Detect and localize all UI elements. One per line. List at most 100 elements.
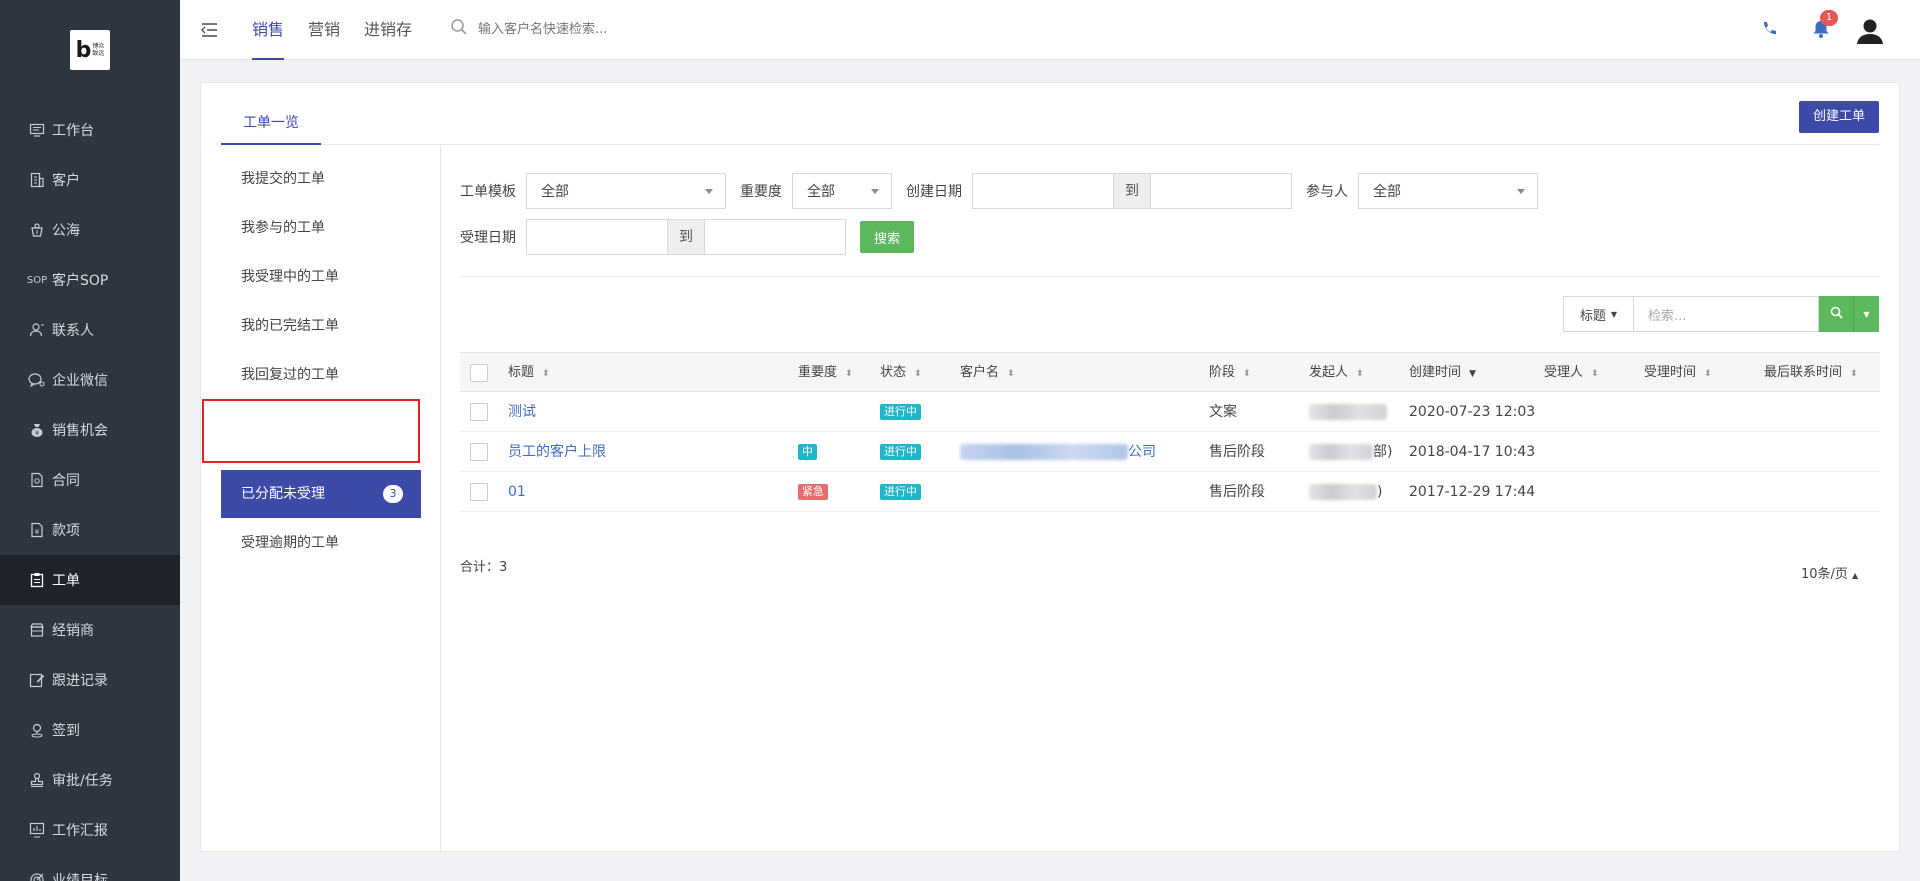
- accepted-end-input[interactable]: [705, 220, 845, 254]
- search-options-button[interactable]: ▼: [1853, 296, 1879, 332]
- page-size-select[interactable]: 10条/页 ▲: [1801, 563, 1858, 582]
- chevron-down-icon: [705, 189, 713, 194]
- sidebar-item-public-pool[interactable]: 公海: [0, 205, 180, 255]
- clipboard-icon: [28, 571, 46, 589]
- sidebar-item-workbench[interactable]: 工作台: [0, 105, 180, 155]
- filter-search-button[interactable]: 搜索: [860, 221, 915, 253]
- phone-icon[interactable]: [1760, 20, 1778, 42]
- create-ticket-button[interactable]: 创建工单: [1798, 101, 1879, 133]
- tab-ticket-overview[interactable]: 工单一览: [221, 108, 321, 145]
- customer-link[interactable]: 公司: [960, 432, 1156, 472]
- col-status[interactable]: 状态 ⬍: [880, 353, 922, 393]
- report-icon: [28, 821, 46, 839]
- ticket-title-link[interactable]: 测试: [508, 392, 536, 432]
- sidebar-item-checkin[interactable]: 签到: [0, 705, 180, 755]
- importance-cell: 中: [798, 432, 817, 472]
- importance-select[interactable]: 全部: [792, 173, 892, 209]
- search-field-select[interactable]: 标题 ▼: [1563, 296, 1633, 332]
- tab-inventory[interactable]: 进销存: [364, 0, 412, 60]
- customer-search-input[interactable]: [478, 21, 718, 37]
- table-row[interactable]: 01 紧急 进行中 售后阶段 ) 2017-12-29 17:44: [460, 472, 1880, 512]
- target-icon: [28, 871, 46, 881]
- created-time-cell: 2017-12-29 17:44: [1409, 484, 1536, 500]
- sidebar-nav: 工作台 客户 公海 SOP 客户SOP 联系人 企业微信 ¥ 销售机会 合同 ¥…: [0, 105, 180, 881]
- sidebar-item-customers[interactable]: 客户: [0, 155, 180, 205]
- sidebar-item-label: 联系人: [52, 323, 94, 339]
- stage-cell: 售后阶段: [1209, 484, 1265, 500]
- col-label: 发起人: [1309, 365, 1349, 380]
- sidebar-item-wecom[interactable]: 企业微信: [0, 355, 180, 405]
- created-end-input[interactable]: [1151, 174, 1291, 208]
- caret-up-icon: ▲: [1851, 571, 1859, 580]
- customer-name: 公司: [1128, 444, 1156, 460]
- col-stage[interactable]: 阶段 ⬍: [1209, 353, 1251, 393]
- col-customer[interactable]: 客户名 ⬍: [960, 353, 1015, 393]
- created-start-input[interactable]: [973, 174, 1113, 208]
- sidebar-item-label: 业绩目标: [52, 873, 108, 881]
- table-search-button[interactable]: [1819, 296, 1853, 332]
- row-checkbox[interactable]: [470, 403, 488, 421]
- sidebar-item-customer-sop[interactable]: SOP 客户SOP: [0, 255, 180, 305]
- sidebar-item-approvals[interactable]: 审批/任务: [0, 755, 180, 805]
- list-item-submitted[interactable]: 我提交的工单: [221, 155, 421, 203]
- tab-sales[interactable]: 销售: [252, 0, 285, 60]
- ticket-title-link[interactable]: 员工的客户上限: [508, 432, 606, 472]
- table-row[interactable]: 员工的客户上限 中 进行中 公司 售后阶段 部) 2018-04-17 10:4…: [460, 432, 1880, 472]
- stage-cell: 售后阶段: [1209, 444, 1265, 460]
- brand-logo[interactable]: b 博众 致远: [70, 30, 110, 70]
- list-item-overdue[interactable]: 受理逾期的工单: [221, 519, 421, 567]
- ticket-title-link[interactable]: 01: [508, 472, 526, 512]
- list-item-completed[interactable]: 我的已完结工单: [221, 302, 421, 350]
- store-icon: [28, 621, 46, 639]
- user-avatar-icon[interactable]: [1855, 16, 1885, 50]
- accepted-start-input[interactable]: [527, 220, 667, 254]
- col-accepted-time[interactable]: 受理时间 ⬍: [1644, 353, 1712, 393]
- wechat-icon: [28, 371, 46, 389]
- tab-marketing[interactable]: 营销: [308, 0, 340, 60]
- list-item-assigned-unaccepted[interactable]: 已分配未受理 3: [221, 470, 421, 518]
- list-item-participated[interactable]: 我参与的工单: [221, 204, 421, 252]
- redacted-customer: [960, 444, 1128, 460]
- sidebar-item-label: 企业微信: [52, 373, 108, 389]
- created-date-label: 创建日期: [906, 184, 962, 200]
- col-created-time[interactable]: 创建时间 ▼: [1409, 353, 1476, 393]
- sidebar-item-label: 经销商: [52, 623, 94, 639]
- col-label: 受理人: [1544, 365, 1584, 380]
- template-select[interactable]: 全部: [526, 173, 726, 209]
- list-item-processing[interactable]: 我受理中的工单: [221, 253, 421, 301]
- col-last-contact[interactable]: 最后联系时间 ⬍: [1764, 353, 1858, 393]
- notification-badge: 1: [1820, 10, 1838, 26]
- sidebar-item-payments[interactable]: ¥ 款项: [0, 505, 180, 555]
- sidebar-item-contracts[interactable]: 合同: [0, 455, 180, 505]
- sidebar-item-contacts[interactable]: 联系人: [0, 305, 180, 355]
- participant-select[interactable]: 全部: [1358, 173, 1538, 209]
- edit-icon: [28, 671, 46, 689]
- table-row[interactable]: 测试 进行中 文案 2020-07-23 12:03: [460, 392, 1880, 432]
- monitor-icon: [28, 121, 46, 139]
- col-assignee[interactable]: 受理人 ⬍: [1544, 353, 1599, 393]
- col-title[interactable]: 标题 ⬍: [508, 353, 550, 393]
- template-label: 工单模板: [460, 184, 516, 200]
- col-initiator[interactable]: 发起人 ⬍: [1309, 353, 1364, 393]
- select-all-checkbox[interactable]: [470, 364, 488, 382]
- stamp-icon: [28, 771, 46, 789]
- sidebar-item-opportunities[interactable]: ¥ 销售机会: [0, 405, 180, 455]
- payment-icon: ¥: [28, 521, 46, 539]
- sidebar-item-targets[interactable]: 业绩目标: [0, 855, 180, 881]
- sort-icon: ⬍: [914, 369, 922, 379]
- row-checkbox[interactable]: [470, 443, 488, 461]
- sort-icon: ⬍: [1591, 369, 1599, 379]
- sidebar-item-label: 工单: [52, 573, 80, 589]
- col-importance[interactable]: 重要度 ⬍: [798, 353, 853, 393]
- table-search-input[interactable]: 检索...: [1633, 296, 1819, 332]
- sidebar-item-followups[interactable]: 跟进记录: [0, 655, 180, 705]
- menu-collapse-icon[interactable]: [198, 19, 220, 41]
- sidebar-item-reports[interactable]: 工作汇报: [0, 805, 180, 855]
- search-field-value: 标题: [1579, 308, 1606, 324]
- sidebar-item-tickets[interactable]: 工单: [0, 555, 180, 605]
- list-item-replied[interactable]: 我回复过的工单: [221, 351, 421, 399]
- row-checkbox[interactable]: [470, 483, 488, 501]
- sidebar-item-dealers[interactable]: 经销商: [0, 605, 180, 655]
- col-label: 客户名: [960, 365, 1000, 380]
- initiator-cell: 部): [1309, 432, 1392, 472]
